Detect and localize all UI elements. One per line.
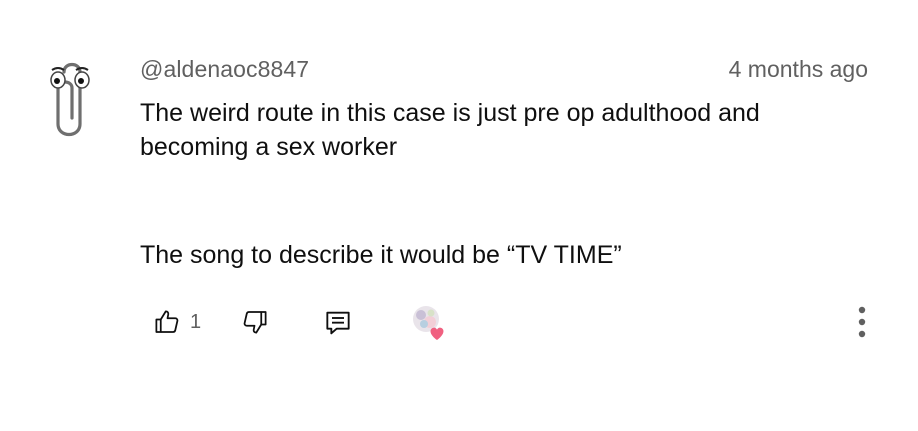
thumbs-down-icon: [243, 311, 267, 334]
reply-button[interactable]: [322, 300, 354, 344]
like-button[interactable]: 1: [152, 300, 201, 344]
author-avatar[interactable]: [44, 58, 100, 150]
comment-body: The weird route in this case is just pre…: [140, 96, 870, 272]
comment-paragraph: The weird route in this case is just pre…: [140, 99, 760, 161]
creator-heart: [408, 300, 448, 344]
creator-heart-icon: [413, 306, 444, 340]
like-count: 1: [190, 310, 202, 333]
comment-timestamp[interactable]: 4 months ago: [729, 56, 868, 83]
more-options-button[interactable]: [856, 300, 868, 344]
dislike-button[interactable]: [240, 300, 270, 344]
paperclip-assistant-icon: [50, 62, 90, 137]
comment-paragraph: The song to describe it would be “TV TIM…: [140, 241, 622, 269]
comment-author[interactable]: @aldenaoc8847: [140, 56, 309, 83]
more-vertical-icon: [858, 306, 866, 338]
thumbs-up-icon: [155, 310, 179, 333]
comment-action-bar: 1: [150, 300, 870, 344]
comment-item: @aldenaoc8847 4 months ago The weird rou…: [0, 0, 918, 431]
reply-comment-icon: [326, 311, 350, 335]
